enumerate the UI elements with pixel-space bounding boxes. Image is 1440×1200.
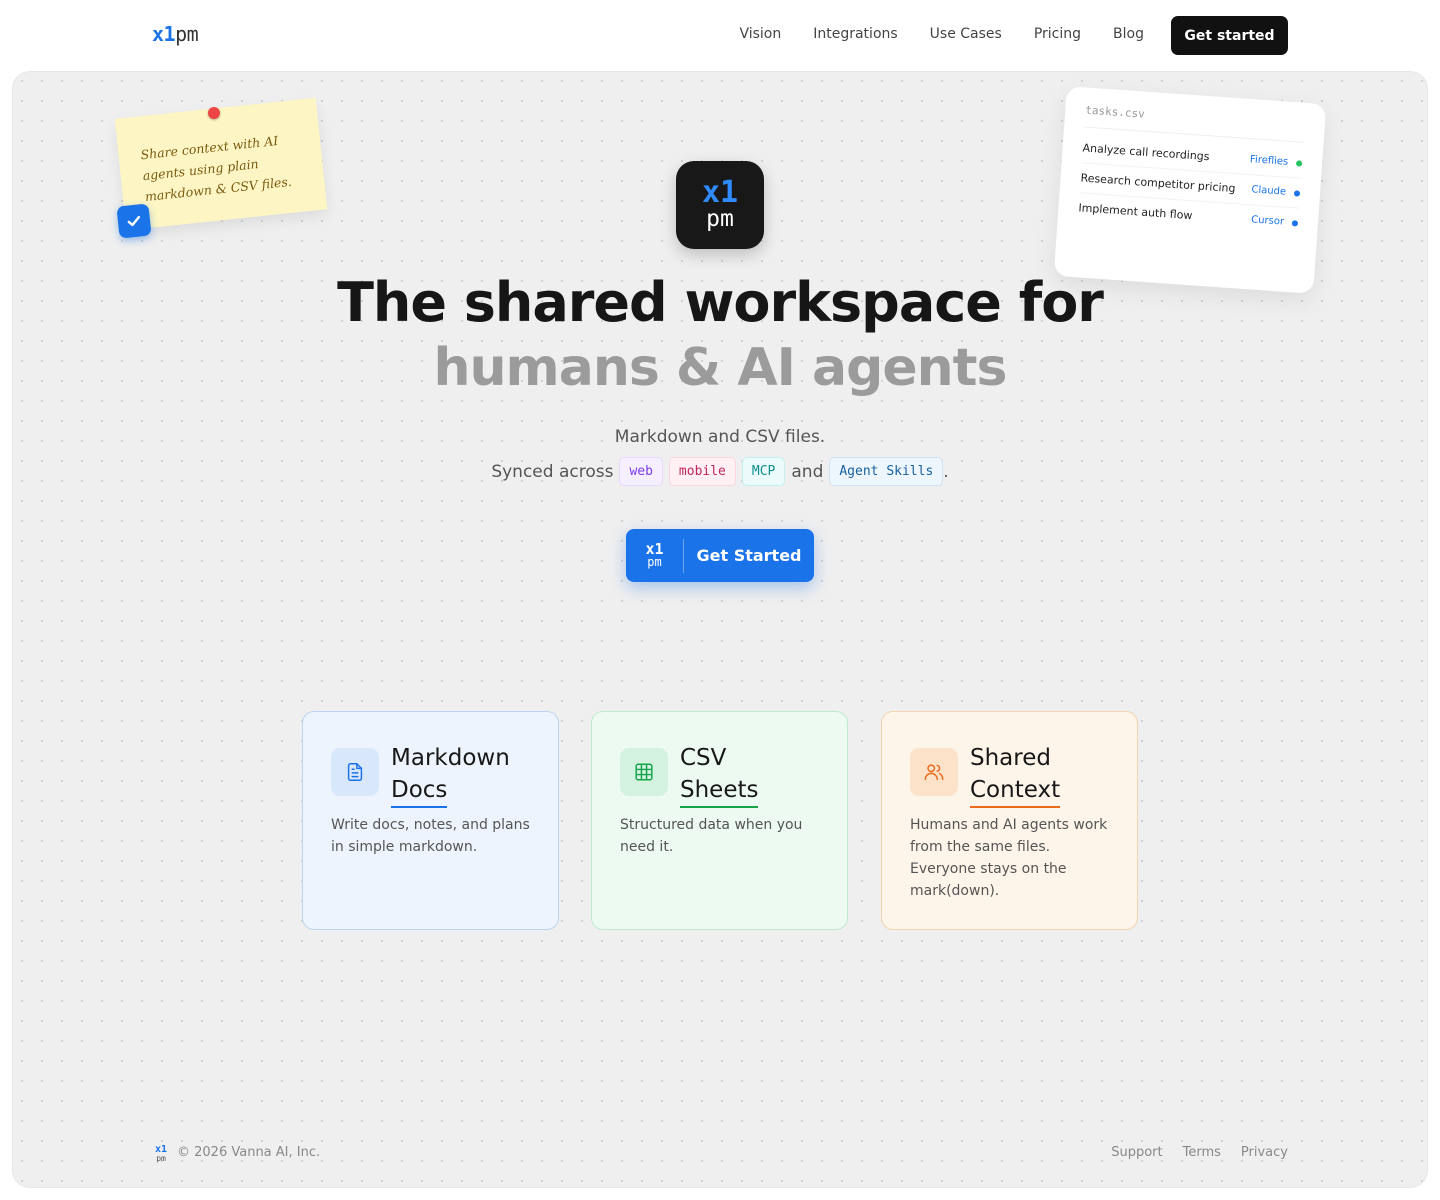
table-grid-icon [620,748,668,796]
copyright-text: © 2026 Vanna AI, Inc. [177,1145,321,1160]
chip-agent-skills: Agent Skills [829,457,944,486]
cta-logo-pm: pm [647,555,662,569]
feature-title: CSV Sheets [680,742,759,808]
feature-card-csv-sheets: CSV Sheets Structured data when you need… [591,711,848,930]
footer-link-support[interactable]: Support [1111,1145,1162,1160]
chip-mcp: MCP [741,457,786,486]
status-dot-icon [1291,219,1299,227]
logo[interactable]: x1pm [152,22,199,46]
nav-link-use-cases[interactable]: Use Cases [930,26,1002,42]
footer-links: Support Terms Privacy [1111,1145,1288,1160]
sync-and: and [791,461,824,482]
cta-logo-icon: x1 pm [626,538,684,573]
nav-link-blog[interactable]: Blog [1113,26,1144,42]
sync-prefix: Synced across [491,461,614,482]
tasks-csv-card: tasks.csv Analyze call recordings Firefl… [1053,86,1327,294]
nav-links: Vision Integrations Use Cases Pricing Bl… [739,26,1144,42]
users-icon [910,748,958,796]
pin-icon [208,107,220,119]
hero-headline: The shared workspace for [337,271,1104,334]
hero-subheadline: humans & AI agents [433,338,1008,398]
footer-logo-pm: pm [156,1154,166,1163]
footer-logo-x1: x1 [155,1144,168,1155]
app-icon-pm: pm [706,206,734,232]
feature-title-line2: Context [970,774,1061,808]
hero-canvas: Share context with AI agents using plain… [12,71,1428,1188]
feature-title-line1: Shared [970,745,1051,771]
nav-link-integrations[interactable]: Integrations [813,26,897,42]
top-navigation: x1pm Vision Integrations Use Cases Prici… [0,0,1440,70]
app-icon: x1 pm [676,161,764,249]
status-dot-icon [1295,159,1303,167]
task-agent: Cursor [1250,214,1285,228]
chip-mobile: mobile [668,457,736,486]
hero-description: Markdown and CSV files. [614,427,826,447]
footer-link-terms[interactable]: Terms [1183,1145,1221,1160]
footer-link-privacy[interactable]: Privacy [1241,1145,1288,1160]
feature-title-line1: CSV [680,745,727,771]
feature-card-markdown-docs: Markdown Docs Write docs, notes, and pla… [302,711,559,930]
feature-title-line2: Sheets [680,774,759,808]
feature-card-shared-context: Shared Context Humans and AI agents work… [881,711,1138,930]
feature-title-line2: Docs [391,774,448,808]
cta-label: Get Started [696,546,802,565]
task-name: Research competitor pricing [1080,171,1236,196]
cta-logo-x1: x1 [645,540,664,558]
app-icon-x1: x1 [701,175,739,210]
nav-link-pricing[interactable]: Pricing [1034,26,1081,42]
task-agent: Fireflies [1249,154,1289,168]
task-agent: Claude [1251,184,1287,198]
chip-web: web [619,457,663,486]
feature-title: Shared Context [970,742,1061,808]
document-icon [331,748,379,796]
logo-pm: pm [175,22,199,46]
feature-description: Structured data when you need it. [620,817,803,855]
hero-sync-line: Synced across web mobile MCP and Agent S… [12,457,1428,486]
feature-title-line1: Markdown [391,745,510,771]
sync-suffix: . [943,461,949,482]
task-name: Implement auth flow [1078,201,1193,223]
feature-description: Write docs, notes, and plans in simple m… [331,817,530,855]
feature-title: Markdown Docs [391,742,510,808]
nav-link-vision[interactable]: Vision [739,26,781,42]
task-name: Analyze call recordings [1082,141,1210,164]
logo-x1: x1 [152,22,176,46]
feature-description: Humans and AI agents work from the same … [910,817,1108,899]
sticky-note-text: Share context with AI agents using plain… [139,132,293,205]
get-started-nav-button[interactable]: Get started [1171,16,1288,55]
status-dot-icon [1293,189,1301,197]
footer-logo: x1 pm [155,1144,168,1164]
get-started-hero-button[interactable]: x1 pm Get Started [626,529,814,582]
checkbox-checked-icon [116,203,152,239]
